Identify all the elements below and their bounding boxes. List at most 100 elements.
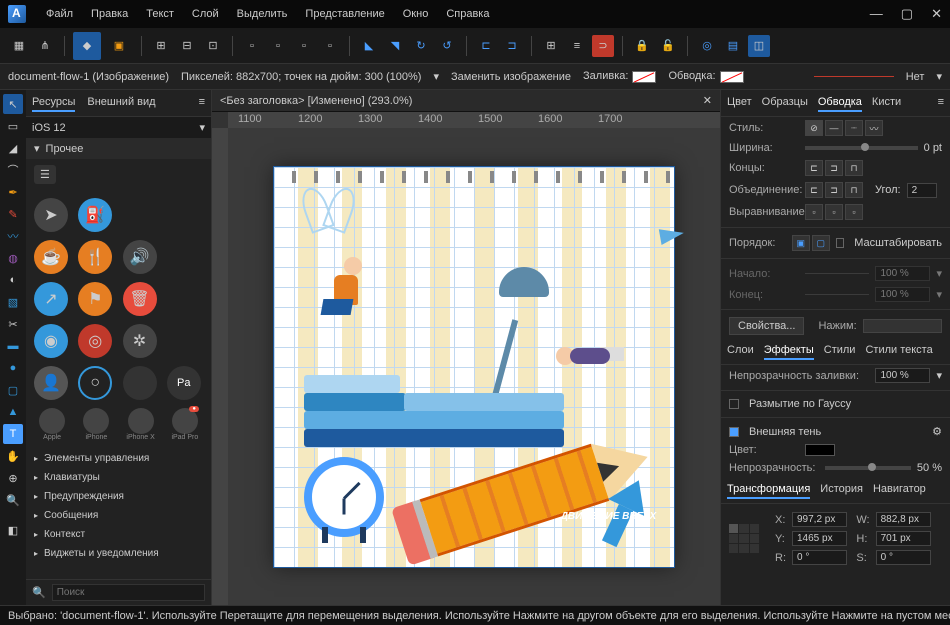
asset-flag-icon[interactable]: ⚑ bbox=[78, 282, 112, 316]
shadow-opacity-slider[interactable] bbox=[825, 466, 911, 470]
brush-tool-icon[interactable]: 〰 bbox=[3, 226, 23, 246]
asset-delete-icon[interactable]: 🗑 bbox=[123, 282, 157, 316]
asset-fingerprint-icon[interactable]: ◎ bbox=[78, 324, 112, 358]
align-buttons[interactable]: ▫▫▫ bbox=[805, 204, 863, 220]
snap-grid-icon[interactable]: ⊞ bbox=[540, 35, 562, 57]
asset-device-2-icon[interactable] bbox=[83, 408, 109, 434]
tab-fx[interactable]: Эффекты bbox=[764, 342, 814, 360]
stroke-style-buttons[interactable]: ⊘—┈〰 bbox=[805, 120, 883, 136]
artboard[interactable]: ДВИЖЕНИЕ ВВЕРХ bbox=[274, 167, 674, 567]
asset-ring-icon[interactable]: ○ bbox=[78, 366, 112, 400]
arrange-3-icon[interactable]: ▫ bbox=[293, 35, 315, 57]
flip-v-icon[interactable]: ◥ bbox=[384, 35, 406, 57]
h-input[interactable] bbox=[876, 531, 931, 546]
align-grid-2-icon[interactable]: ⊟ bbox=[176, 35, 198, 57]
tab-resources[interactable]: Ресурсы bbox=[32, 94, 75, 112]
artistic-text-tool-icon[interactable]: T bbox=[3, 424, 23, 444]
shape-rounded-tool-icon[interactable]: ▢ bbox=[3, 380, 23, 400]
align-grid-3-icon[interactable]: ⊡ bbox=[202, 35, 224, 57]
layer-tool-icon[interactable]: ▣ bbox=[105, 32, 133, 60]
align-right-icon[interactable]: ⊐ bbox=[501, 35, 523, 57]
tab-transform[interactable]: Трансформация bbox=[727, 481, 810, 499]
tab-navigator[interactable]: Навигатор bbox=[873, 481, 926, 499]
tab-color[interactable]: Цвет bbox=[727, 94, 752, 112]
shape-tool-icon[interactable]: ◆ bbox=[73, 32, 101, 60]
fill-tool-icon[interactable]: ◍ bbox=[3, 248, 23, 268]
shape-ellipse-tool-icon[interactable]: ● bbox=[3, 358, 23, 378]
panel-menu-icon[interactable]: ≡ bbox=[199, 94, 205, 112]
cat-context[interactable]: Контекст bbox=[26, 525, 211, 544]
cat-messages[interactable]: Сообщения bbox=[26, 506, 211, 525]
document-tab[interactable]: <Без заголовка> [Изменено] (293.0%) ✕ bbox=[212, 90, 720, 112]
rotate-cw-icon[interactable]: ↻ bbox=[410, 35, 432, 57]
asset-fuel-icon[interactable]: ⛽ bbox=[78, 198, 112, 232]
crop-tool-icon[interactable]: ✂ bbox=[3, 314, 23, 334]
stroke-width-slider[interactable] bbox=[805, 146, 918, 150]
shape-rect-tool-icon[interactable]: ▬ bbox=[3, 336, 23, 356]
order-buttons[interactable]: ▣▢ bbox=[792, 235, 830, 251]
y-input[interactable] bbox=[792, 531, 847, 546]
tab-brushes[interactable]: Кисти bbox=[872, 94, 901, 112]
preset-selector[interactable]: iOS 12▾ bbox=[26, 117, 211, 138]
miter-angle-input[interactable] bbox=[907, 183, 937, 198]
maximize-icon[interactable]: ▢ bbox=[901, 6, 913, 22]
asset-pay-icon[interactable]: Pa bbox=[167, 366, 201, 400]
search-input[interactable] bbox=[52, 584, 205, 601]
cat-warnings[interactable]: Предупреждения bbox=[26, 487, 211, 506]
layers-panel-icon[interactable]: ▤ bbox=[722, 35, 744, 57]
tab-styles[interactable]: Стили bbox=[824, 342, 856, 360]
shadow-color-swatch[interactable] bbox=[805, 444, 835, 456]
tab-swatches[interactable]: Образцы bbox=[762, 94, 808, 112]
menu-window[interactable]: Окно bbox=[403, 8, 429, 20]
dropdown-icon[interactable]: ▾ bbox=[433, 70, 439, 83]
r-input[interactable] bbox=[792, 550, 847, 565]
cat-keyboards[interactable]: Клавиатуры bbox=[26, 468, 211, 487]
transparency-tool-icon[interactable]: ◐ bbox=[3, 270, 23, 290]
color-picker-tool-icon[interactable]: ⊕ bbox=[3, 468, 23, 488]
cat-widgets[interactable]: Виджеты и уведомления bbox=[26, 544, 211, 563]
stroke-swatch[interactable] bbox=[720, 71, 744, 83]
caps-buttons[interactable]: ⊏⊐⊓ bbox=[805, 160, 863, 176]
tab-layers[interactable]: Слои bbox=[727, 342, 754, 360]
asset-coffee-icon[interactable]: ☕ bbox=[34, 240, 68, 274]
corner-tool-icon[interactable]: ⌒ bbox=[3, 160, 23, 180]
cat-controls[interactable]: Элементы управления bbox=[26, 449, 211, 468]
fill-swatch[interactable] bbox=[632, 71, 656, 83]
close-tab-icon[interactable]: ✕ bbox=[703, 94, 712, 107]
insert-target-icon[interactable]: ◎ bbox=[696, 35, 718, 57]
list-view-icon[interactable]: ☰ bbox=[34, 165, 56, 184]
zoom-tool-icon[interactable]: 🔍 bbox=[3, 490, 23, 510]
place-image-tool-icon[interactable]: ▧ bbox=[3, 292, 23, 312]
asset-disc-icon[interactable]: ◉ bbox=[34, 324, 68, 358]
arrange-2-icon[interactable]: ▫ bbox=[267, 35, 289, 57]
dropdown-icon[interactable]: ▾ bbox=[936, 70, 942, 83]
anchor-selector[interactable] bbox=[729, 524, 759, 554]
tab-text-styles[interactable]: Стили текста bbox=[865, 342, 932, 360]
menu-view[interactable]: Представление bbox=[305, 8, 384, 20]
asset-device-1-icon[interactable] bbox=[39, 408, 65, 434]
share-icon[interactable]: ⋔ bbox=[34, 35, 56, 57]
color-swap-icon[interactable]: ◧ bbox=[3, 520, 23, 540]
arrange-4-icon[interactable]: ▫ bbox=[319, 35, 341, 57]
lock-icon[interactable]: 🔒 bbox=[631, 35, 653, 57]
move-tool-icon[interactable]: ↖ bbox=[3, 94, 23, 114]
align-grid-1-icon[interactable]: ⊞ bbox=[150, 35, 172, 57]
panels-icon[interactable]: ◫ bbox=[748, 35, 770, 57]
pressure-preview[interactable] bbox=[863, 319, 942, 333]
magnet-snap-icon[interactable]: ⊃ bbox=[592, 35, 614, 57]
menu-text[interactable]: Текст bbox=[146, 8, 174, 20]
artboard-tool-icon[interactable]: ▭ bbox=[3, 116, 23, 136]
grid-view-icon[interactable]: ▦ bbox=[8, 35, 30, 57]
pan-tool-icon[interactable]: ✋ bbox=[3, 446, 23, 466]
menu-help[interactable]: Справка bbox=[446, 8, 489, 20]
fx-gear-icon[interactable]: ⚙ bbox=[932, 425, 942, 438]
asset-location-icon[interactable]: ➤ bbox=[34, 198, 68, 232]
tab-appearance[interactable]: Внешний вид bbox=[87, 94, 155, 112]
node-tool-icon[interactable]: ◢ bbox=[3, 138, 23, 158]
end-pct-input[interactable] bbox=[875, 287, 930, 302]
fill-opacity-input[interactable] bbox=[875, 368, 930, 383]
join-buttons[interactable]: ⊏⊐⊓ bbox=[805, 182, 863, 198]
shape-triangle-tool-icon[interactable]: ▲ bbox=[3, 402, 23, 422]
rotate-ccw-icon[interactable]: ↺ bbox=[436, 35, 458, 57]
fx-shadow-row[interactable]: Внешняя тень⚙ bbox=[721, 422, 950, 441]
